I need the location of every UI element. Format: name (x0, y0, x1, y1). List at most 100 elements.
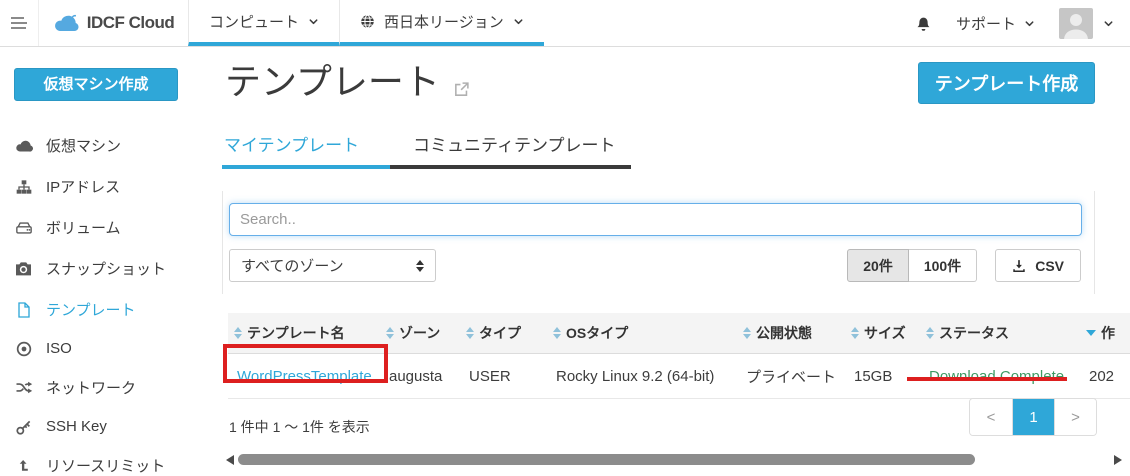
column-label: 公開状態 (756, 323, 812, 343)
brand-name: IDCF Cloud (87, 13, 175, 33)
sidebar-item-label: SSH Key (46, 418, 107, 435)
column-header-0[interactable]: テンプレート名 (228, 323, 380, 343)
column-header-6[interactable]: ステータス (920, 323, 1080, 343)
notification-bell-icon[interactable] (915, 14, 932, 32)
sort-icon (386, 327, 394, 339)
create-template-button[interactable]: テンプレート作成 (918, 62, 1095, 104)
zone-select-value: すべてのゾーン (241, 255, 344, 276)
column-header-7[interactable]: 作 (1080, 323, 1130, 343)
search-input[interactable] (229, 203, 1082, 236)
cell-os: Rocky Linux 9.2 (64-bit) (547, 368, 737, 385)
globe-icon (360, 14, 375, 29)
scroll-left-arrow[interactable] (226, 455, 234, 465)
cell-zone: augusta (380, 368, 460, 385)
dot-circle-icon (14, 341, 33, 357)
list-controls: 20件100件 CSV (847, 249, 1081, 282)
sidebar-toggle-button[interactable] (0, 0, 38, 46)
sidebar-item-7[interactable]: SSH Key (0, 408, 222, 445)
sidebar-item-label: スナップショット (46, 258, 166, 279)
filter-row: すべてのゾーン 20件100件 CSV (223, 249, 1094, 282)
sidebar-menu: 仮想マシン IPアドレスボリュームスナップショットテンプレート ISO ネットワーク S… (0, 125, 222, 476)
chevron-down-icon (513, 16, 524, 27)
column-label: OSタイプ (566, 323, 628, 343)
topbar-right: サポート (915, 0, 1130, 46)
sort-icon (234, 327, 242, 339)
zone-select[interactable]: すべてのゾーン (229, 249, 436, 282)
sidebar-item-label: 仮想マシン (46, 135, 121, 156)
shuffle-icon (14, 380, 33, 395)
column-header-2[interactable]: タイプ (460, 323, 547, 343)
nav-region-menu[interactable]: 西日本リージョン (339, 0, 544, 46)
cell-type: USER (460, 368, 547, 385)
sort-icon (743, 327, 751, 339)
chevron-down-icon (1024, 18, 1035, 29)
sidebar-item-label: リソースリミット (46, 455, 165, 476)
sidebar-item-label: IPアドレス (46, 176, 120, 197)
page-size-button-0[interactable]: 20件 (847, 249, 909, 282)
tab-0[interactable]: マイテンプレート (222, 125, 390, 169)
column-header-3[interactable]: OSタイプ (547, 323, 737, 343)
hamburger-icon (11, 17, 27, 29)
column-header-5[interactable]: サイズ (845, 323, 920, 343)
sidebar-item-label: ネットワーク (46, 377, 136, 398)
table-header-row: テンプレート名 ゾーンタイプ OSタイプ 公開状態 サイズステータス 作 (228, 313, 1130, 354)
csv-label: CSV (1035, 258, 1064, 274)
table-row: WordPressTemplateaugustaUSERRocky Linux … (228, 354, 1130, 399)
cell-created: 202 (1080, 368, 1130, 385)
column-label: ステータス (939, 323, 1009, 343)
sidebar-item-0[interactable]: 仮想マシン (0, 125, 222, 166)
avatar (1059, 8, 1093, 39)
page-size-button-1[interactable]: 100件 (909, 249, 977, 282)
horizontal-scrollbar (226, 453, 1122, 466)
topbar: IDCF Cloud コンピュート 西日本リージョン (0, 0, 1130, 47)
nav-compute-menu[interactable]: コンピュート (188, 0, 339, 46)
external-link-icon[interactable] (453, 81, 470, 98)
sidebar-item-3[interactable]: スナップショット (0, 248, 222, 289)
column-label: ゾーン (399, 323, 440, 343)
sidebar-item-4[interactable]: テンプレート (0, 289, 222, 330)
main-content: テンプレート テンプレート作成 マイテンプレートコミュニティテンプレート すべて… (222, 47, 1130, 476)
sidebar-item-8[interactable]: リソースリミット (0, 445, 222, 476)
sidebar-item-5[interactable]: ISO (0, 330, 222, 367)
tabs: マイテンプレートコミュニティテンプレート (222, 125, 1130, 169)
sidebar-item-1[interactable]: IPアドレス (0, 166, 222, 207)
cell-visibility: プライベート (737, 366, 845, 387)
sort-desc-icon (1086, 330, 1096, 336)
chevron-down-icon (308, 16, 319, 27)
pagination-prev-button[interactable]: < (970, 399, 1012, 435)
cell-name[interactable]: WordPressTemplate (228, 368, 380, 385)
column-header-1[interactable]: ゾーン (380, 323, 460, 343)
key-icon (14, 419, 33, 435)
account-menu[interactable] (1059, 8, 1114, 39)
cloud-icon (14, 138, 33, 153)
support-menu[interactable]: サポート (956, 13, 1035, 34)
pagination: < 1 > (969, 398, 1097, 436)
column-label: テンプレート名 (247, 323, 345, 343)
sort-icon (466, 327, 474, 339)
scrollbar-thumb[interactable] (238, 454, 975, 465)
idcf-cloud-logo-icon (53, 12, 81, 34)
sidebar-item-label: テンプレート (46, 299, 136, 320)
column-header-4[interactable]: 公開状態 (737, 323, 845, 343)
nav-compute-label: コンピュート (209, 11, 299, 32)
tab-1[interactable]: コミュニティテンプレート (390, 125, 631, 169)
support-label: サポート (956, 13, 1016, 34)
download-icon (1012, 259, 1026, 273)
sidebar-item-2[interactable]: ボリューム (0, 207, 222, 248)
file-icon (14, 302, 33, 318)
idcf-cloud-console: IDCF Cloud コンピュート 西日本リージョン (0, 0, 1130, 476)
title-row: テンプレート テンプレート作成 (222, 47, 1130, 109)
table-body: WordPressTemplateaugustaUSERRocky Linux … (228, 354, 1130, 399)
brand-logo[interactable]: IDCF Cloud (38, 0, 188, 46)
scroll-right-arrow[interactable] (1114, 455, 1122, 465)
sort-icon (553, 327, 561, 339)
hdd-icon (14, 220, 33, 235)
page-size-button-group: 20件100件 (847, 249, 977, 282)
chevron-down-icon (1103, 18, 1114, 29)
create-vm-button[interactable]: 仮想マシン作成 (14, 68, 178, 101)
pagination-page-1-button[interactable]: 1 (1012, 399, 1054, 435)
pagination-next-button[interactable]: > (1054, 399, 1096, 435)
csv-export-button[interactable]: CSV (995, 249, 1081, 282)
sidebar-item-6[interactable]: ネットワーク (0, 367, 222, 408)
sidebar-item-label: ISO (46, 340, 72, 357)
